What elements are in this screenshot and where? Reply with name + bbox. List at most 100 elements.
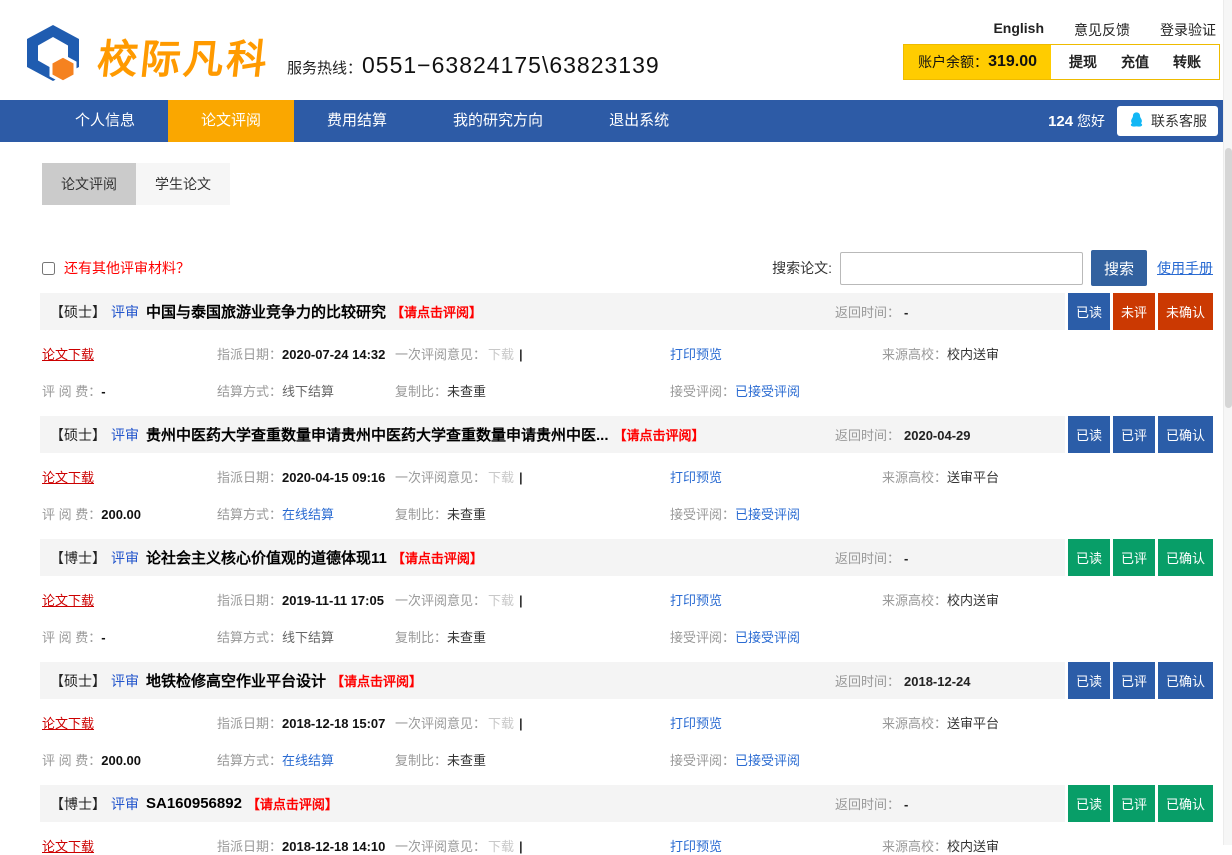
search-button[interactable]: 搜索 — [1091, 250, 1147, 286]
nav-item-personal-info[interactable]: 个人信息 — [42, 100, 168, 142]
pipe-divider: | — [519, 347, 523, 362]
status-confirmed-button[interactable]: 已确认 — [1158, 785, 1213, 822]
paper-head: 【硕士】 评审 贵州中医药大学查重数量申请贵州中医药大学查重数量申请贵州中医..… — [40, 416, 1213, 453]
status-confirmed-button[interactable]: 已确认 — [1158, 416, 1213, 453]
source-school-label: 来源高校： — [882, 593, 947, 608]
toolbar: 还有其他评审材料？ 搜索论文: 搜索 使用手册 — [42, 250, 1213, 286]
paper-download-link[interactable]: 论文下载 — [42, 593, 94, 608]
accept-value-link[interactable]: 已接受评阅 — [735, 753, 800, 768]
page-scrollbar[interactable] — [1223, 0, 1232, 845]
accept-value-link[interactable]: 已接受评阅 — [735, 630, 800, 645]
tab-paper-review[interactable]: 论文评阅 — [42, 163, 136, 205]
recharge-button[interactable]: 充值 — [1121, 52, 1149, 72]
nav-item-research-direction[interactable]: 我的研究方向 — [420, 100, 576, 142]
tab-student-papers[interactable]: 学生论文 — [136, 163, 230, 205]
settle-value[interactable]: 线下结算 — [282, 384, 334, 399]
assign-date-label: 指派日期： — [217, 347, 282, 362]
transfer-button[interactable]: 转账 — [1173, 52, 1201, 72]
balance-label: 账户余额： — [918, 52, 988, 72]
fee-value: 200.00 — [101, 507, 141, 522]
source-school-label: 来源高校： — [882, 347, 947, 362]
copy-ratio-value: 未查重 — [447, 507, 486, 522]
withdraw-button[interactable]: 提现 — [1069, 52, 1097, 72]
source-school-value: 校内送审 — [947, 347, 999, 362]
other-materials-checkbox[interactable] — [42, 262, 55, 275]
return-time-label: 返回时间： — [835, 674, 900, 689]
contact-service-button[interactable]: 联系客服 — [1117, 106, 1218, 136]
paper-download-link[interactable]: 论文下载 — [42, 839, 94, 854]
balance-actions: 提现 充值 转账 — [1051, 45, 1219, 79]
settle-label: 结算方式： — [217, 384, 282, 399]
paper-download-link[interactable]: 论文下载 — [42, 470, 94, 485]
settle-value[interactable]: 在线结算 — [282, 507, 334, 522]
scrollbar-thumb[interactable] — [1225, 148, 1232, 408]
click-to-review-link[interactable]: 【请点击评阅】 — [392, 548, 483, 567]
settle-value[interactable]: 线下结算 — [282, 630, 334, 645]
user-id: 124 — [1048, 113, 1073, 130]
paper-download-link[interactable]: 论文下载 — [42, 347, 94, 362]
link-feedback[interactable]: 意见反馈 — [1074, 20, 1130, 40]
print-preview-link[interactable]: 打印预览 — [670, 347, 722, 362]
paper-title: 论社会主义核心价值观的道德体现11 — [146, 547, 387, 568]
print-preview-link[interactable]: 打印预览 — [670, 593, 722, 608]
return-time-label: 返回时间： — [835, 551, 900, 566]
status-read-button[interactable]: 已读 — [1068, 293, 1110, 330]
user-manual-link[interactable]: 使用手册 — [1157, 258, 1213, 278]
fee-value: - — [101, 384, 105, 399]
accept-label: 接受评阅： — [670, 384, 735, 399]
settle-value[interactable]: 在线结算 — [282, 753, 334, 768]
first-opinion-label: 一次评阅意见： — [395, 593, 486, 608]
nav-item-fee-settlement[interactable]: 费用结算 — [294, 100, 420, 142]
status-reviewed-button[interactable]: 已评 — [1113, 785, 1155, 822]
status-confirmed-button[interactable]: 已确认 — [1158, 662, 1213, 699]
status-confirmed-button[interactable]: 未确认 — [1158, 293, 1213, 330]
fee-value: - — [101, 630, 105, 645]
source-school-label: 来源高校： — [882, 839, 947, 854]
paper-detail-row-2: 评 阅 费：- 结算方式：线下结算 复制比：未查重 接受评阅：已接受评阅 — [40, 627, 1213, 646]
review-link[interactable]: 评审 — [111, 548, 139, 568]
pipe-divider: | — [519, 470, 523, 485]
nav-item-paper-review[interactable]: 论文评阅 — [168, 100, 294, 142]
print-preview-link[interactable]: 打印预览 — [670, 470, 722, 485]
status-reviewed-button[interactable]: 已评 — [1113, 539, 1155, 576]
nav-item-logout[interactable]: 退出系统 — [576, 100, 702, 142]
status-reviewed-button[interactable]: 已评 — [1113, 416, 1155, 453]
review-link[interactable]: 评审 — [111, 302, 139, 322]
status-read-button[interactable]: 已读 — [1068, 662, 1110, 699]
link-login-verify[interactable]: 登录验证 — [1160, 20, 1216, 40]
logo[interactable]: 校际凡科 — [22, 24, 270, 87]
paper-head-bar: 【博士】 评审 SA160956892 【请点击评阅】 返回时间：- — [40, 785, 1065, 822]
logo-hexagon-icon — [22, 24, 84, 87]
review-link[interactable]: 评审 — [111, 794, 139, 814]
status-read-button[interactable]: 已读 — [1068, 416, 1110, 453]
paper-head: 【博士】 评审 SA160956892 【请点击评阅】 返回时间：- 已读 已评… — [40, 785, 1213, 822]
review-link[interactable]: 评审 — [111, 671, 139, 691]
print-preview-link[interactable]: 打印预览 — [670, 839, 722, 854]
return-time-label: 返回时间： — [835, 428, 900, 443]
assign-date-value: 2018-12-18 15:07 — [282, 716, 385, 731]
print-preview-link[interactable]: 打印预览 — [670, 716, 722, 731]
status-reviewed-button[interactable]: 已评 — [1113, 662, 1155, 699]
click-to-review-link[interactable]: 【请点击评阅】 — [331, 671, 422, 690]
link-english[interactable]: English — [993, 20, 1044, 40]
status-confirmed-button[interactable]: 已确认 — [1158, 539, 1213, 576]
paper-detail-row-1: 论文下载 指派日期：2020-04-15 09:16 一次评阅意见：下载| 打印… — [40, 467, 1213, 486]
review-link[interactable]: 评审 — [111, 425, 139, 445]
click-to-review-link[interactable]: 【请点击评阅】 — [247, 794, 338, 813]
hotline-number: 0551−63824175\63823139 — [362, 52, 660, 79]
paper-download-link[interactable]: 论文下载 — [42, 716, 94, 731]
status-read-button[interactable]: 已读 — [1068, 539, 1110, 576]
user-greeting: 124 您好 — [1048, 111, 1105, 131]
status-read-button[interactable]: 已读 — [1068, 785, 1110, 822]
assign-date-label: 指派日期： — [217, 593, 282, 608]
balance-value: 319.00 — [988, 53, 1037, 71]
click-to-review-link[interactable]: 【请点击评阅】 — [391, 302, 482, 321]
click-to-review-link[interactable]: 【请点击评阅】 — [614, 425, 705, 444]
account-balance: 账户余额： 319.00 — [904, 45, 1051, 79]
search-input[interactable] — [840, 252, 1083, 285]
opinion-download-disabled: 下载 — [488, 716, 514, 731]
accept-value-link[interactable]: 已接受评阅 — [735, 507, 800, 522]
fee-value: 200.00 — [101, 753, 141, 768]
accept-value-link[interactable]: 已接受评阅 — [735, 384, 800, 399]
status-reviewed-button[interactable]: 未评 — [1113, 293, 1155, 330]
